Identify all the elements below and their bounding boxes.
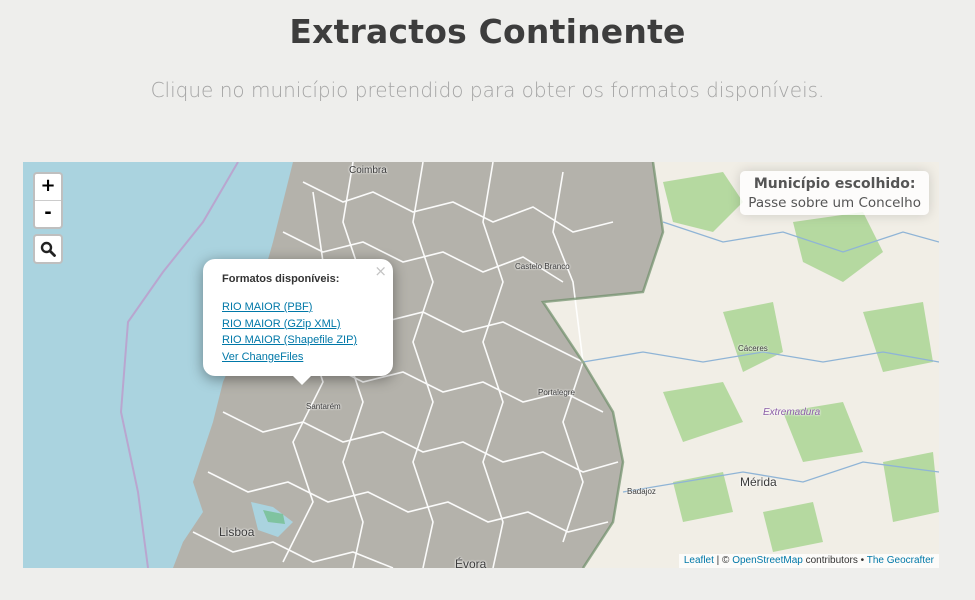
page-title: Extractos Continente (289, 12, 686, 51)
zoom-control: + - (33, 172, 63, 229)
municipality-info-box: Município escolhido: Passe sobre um Conc… (740, 171, 929, 215)
magnifier-icon (40, 241, 56, 257)
geocrafter-link[interactable]: The Geocrafter (867, 555, 934, 566)
popup-close-button[interactable]: × (374, 262, 387, 280)
map-attribution: Leaflet | © OpenStreetMap contributors •… (678, 554, 939, 568)
zoom-out-button[interactable]: - (35, 200, 61, 227)
link-gzip-xml[interactable]: RIO MAIOR (GZip XML) (222, 316, 374, 333)
place-label-coimbra: Coimbra (349, 165, 387, 176)
link-pbf[interactable]: RIO MAIOR (PBF) (222, 299, 374, 316)
place-label-caceres: Cáceres (738, 344, 768, 353)
place-label-evora: Évora (455, 557, 487, 568)
place-label-extremadura: Extremadura (763, 407, 821, 418)
attribution-contributors: contributors • (802, 555, 867, 566)
place-label-lisboa: Lisboa (219, 525, 255, 539)
place-label-santarem: Santarém (306, 402, 341, 411)
place-label-merida: Mérida (740, 475, 777, 489)
formats-popup: × Formatos disponíveis: RIO MAIOR (PBF) … (203, 259, 393, 385)
link-shapefile-zip[interactable]: RIO MAIOR (Shapefile ZIP) (222, 332, 374, 349)
place-label-castelo-branco: Castelo Branco (515, 262, 570, 271)
place-label-badajoz: Badajoz (627, 487, 656, 496)
info-title: Município escolhido: (753, 176, 916, 192)
popup-tip (292, 375, 312, 385)
info-hint: Passe sobre um Concelho (748, 195, 921, 211)
zoom-in-button[interactable]: + (35, 174, 61, 200)
openstreetmap-link[interactable]: OpenStreetMap (732, 555, 803, 566)
page-subtitle: Clique no município pretendido para obte… (150, 78, 825, 102)
link-changefiles[interactable]: Ver ChangeFiles (222, 349, 374, 366)
search-button[interactable] (33, 234, 63, 264)
place-label-portalegre: Portalegre (538, 388, 575, 397)
popup-title: Formatos disponíveis: (222, 273, 340, 285)
attribution-separator: | © (713, 555, 733, 566)
map[interactable]: Coimbra Castelo Branco Cáceres Extremadu… (23, 162, 939, 568)
map-tiles[interactable] (23, 162, 939, 568)
leaflet-link[interactable]: Leaflet (684, 555, 714, 566)
